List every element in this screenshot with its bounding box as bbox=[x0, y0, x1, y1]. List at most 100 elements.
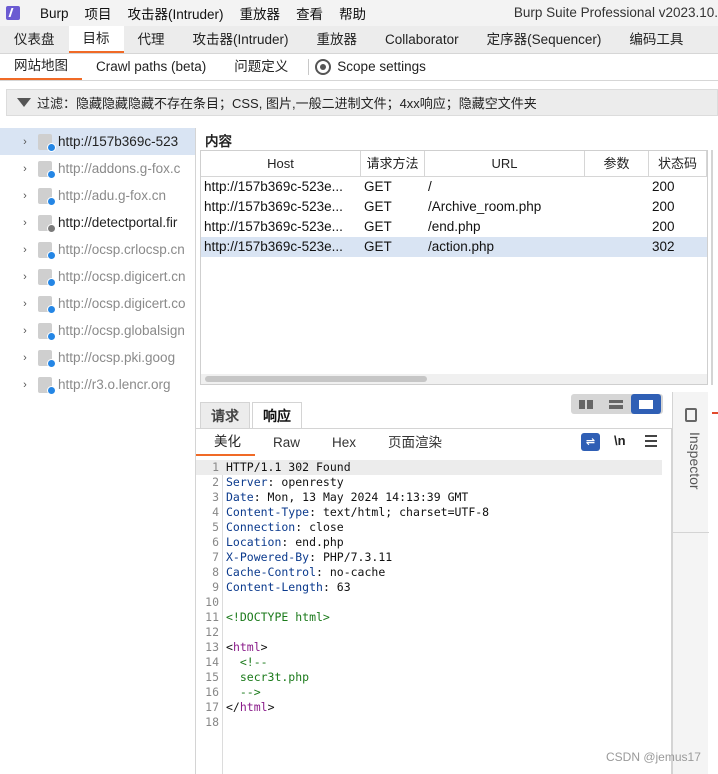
tab-sequencer[interactable]: 定序器(Sequencer) bbox=[473, 26, 616, 53]
menu-view[interactable]: 查看 bbox=[288, 3, 331, 23]
hamburger-menu-icon[interactable] bbox=[645, 435, 657, 447]
table-row[interactable]: http://157b369c-523e... GET/end.php 200 bbox=[201, 217, 707, 237]
tab-render[interactable]: 页面渲染 bbox=[370, 430, 456, 456]
chevron-right-icon[interactable]: › bbox=[14, 244, 36, 256]
chevron-right-icon[interactable]: › bbox=[14, 190, 36, 202]
table-row[interactable]: http://157b369c-523e... GET / 200 bbox=[201, 177, 707, 197]
cell-host: http://157b369c-523e... bbox=[204, 199, 343, 214]
code-line: 4 Content-Type: text/html; charset=UTF-8 bbox=[196, 505, 662, 520]
tree-node-label: http://157b369c-523 bbox=[58, 134, 179, 149]
tree-node[interactable]: › http://ocsp.globalsign bbox=[0, 317, 195, 344]
site-map-tree: › http://157b369c-523 › http://addons.g-fox… bbox=[0, 128, 196, 774]
line-number: 18 bbox=[205, 715, 219, 729]
menu-help[interactable]: 帮助 bbox=[331, 3, 374, 23]
table-row[interactable]: http://157b369c-523e... GET/action.php 302 bbox=[201, 237, 707, 257]
code-text: Content-Type: text/html; charset=UTF-8 bbox=[226, 505, 489, 520]
menu-repeater[interactable]: 重放器 bbox=[232, 3, 289, 23]
folder-icon bbox=[38, 268, 56, 287]
column-params[interactable]: 参数 bbox=[585, 151, 649, 176]
menu-project[interactable]: 项目 bbox=[77, 3, 120, 23]
column-status[interactable]: 状态码 bbox=[649, 151, 707, 176]
tree-node-label: http://adu.g-fox.cn bbox=[58, 188, 167, 203]
tree-node-label: http://ocsp.pki.goog bbox=[58, 350, 176, 365]
code-token: HTTP/1.1 302 Found bbox=[226, 460, 351, 474]
response-editor[interactable]: 1 HTTP/1.1 302 Found 2 Server: openresty 3 Da… bbox=[196, 460, 662, 774]
inspector-label[interactable]: Inspector bbox=[679, 432, 703, 490]
gear-icon[interactable] bbox=[315, 59, 332, 75]
tab-site-map[interactable]: 网站地图 bbox=[0, 54, 82, 80]
tree-node[interactable]: › http://r3.o.lencr.org bbox=[0, 371, 195, 398]
code-token: Cache-Control bbox=[226, 565, 317, 579]
chevron-right-icon[interactable]: › bbox=[14, 163, 36, 175]
stacked-view-button[interactable] bbox=[601, 394, 631, 414]
code-line: 6 Location: end.php bbox=[196, 535, 662, 550]
code-token: Connection bbox=[226, 520, 296, 534]
status-dot bbox=[47, 223, 56, 233]
filter-bar[interactable]: 过滤：隐藏隐藏隐藏不存在条目；CSS, 图片,一般二进制文件；4xx响应；隐藏空… bbox=[6, 89, 718, 116]
cell-url: / bbox=[428, 179, 432, 194]
tab-intruder[interactable]: 攻击器(Intruder) bbox=[179, 26, 303, 53]
tree-node[interactable]: › http://ocsp.crlocsp.cn bbox=[0, 236, 195, 263]
horizontal-scrollbar[interactable] bbox=[201, 374, 707, 384]
status-dot bbox=[47, 304, 56, 314]
menu-bar: Burp 项目 攻击器(Intruder) 重放器 查看 帮助 Burp Sui… bbox=[0, 0, 718, 26]
tab-decoder[interactable]: 编码工具 bbox=[615, 26, 697, 53]
tree-node[interactable]: › http://ocsp.digicert.co bbox=[0, 290, 195, 317]
tree-node[interactable]: › http://ocsp.digicert.cn bbox=[0, 263, 195, 290]
contents-title: 内容 bbox=[205, 134, 232, 149]
chevron-right-icon[interactable]: › bbox=[14, 325, 36, 337]
tab-target[interactable]: 目标 bbox=[68, 26, 124, 53]
main-tabs: 仪表盘 目标 代理 攻击器(Intruder) 重放器 Collaborator… bbox=[0, 26, 718, 54]
single-view-button[interactable] bbox=[631, 394, 661, 414]
tab-request[interactable]: 请求 bbox=[200, 402, 250, 428]
word-wrap-icon[interactable]: ⇌ bbox=[581, 433, 600, 451]
cell-method: GET bbox=[364, 179, 392, 194]
cell-params bbox=[585, 237, 649, 257]
menu-intruder[interactable]: 攻击器(Intruder) bbox=[120, 3, 232, 23]
chevron-right-icon[interactable]: › bbox=[14, 271, 36, 283]
chevron-right-icon[interactable]: › bbox=[14, 298, 36, 310]
scrollbar-thumb[interactable] bbox=[205, 376, 427, 382]
cell-url: /action.php bbox=[428, 239, 495, 254]
chevron-right-icon[interactable]: › bbox=[14, 136, 36, 148]
column-url[interactable]: URL bbox=[425, 151, 585, 176]
tab-raw[interactable]: Raw bbox=[255, 430, 314, 456]
code-token: --> bbox=[226, 685, 261, 699]
code-text: Server: openresty bbox=[226, 475, 344, 490]
request-response-tabs: 请求 响应 bbox=[200, 400, 304, 428]
inspector-divider bbox=[673, 532, 709, 533]
menu-burp[interactable]: Burp bbox=[32, 6, 77, 21]
chevron-right-icon[interactable]: › bbox=[14, 379, 36, 391]
tab-proxy[interactable]: 代理 bbox=[124, 26, 179, 53]
chevron-right-icon[interactable]: › bbox=[14, 352, 36, 364]
table-row[interactable]: http://157b369c-523e... GET/Archive_room.… bbox=[201, 197, 707, 217]
line-number: 10 bbox=[205, 595, 219, 609]
tab-issue-definitions[interactable]: 问题定义 bbox=[220, 54, 302, 80]
cell-params bbox=[585, 197, 649, 217]
tree-node[interactable]: › http://ocsp.pki.goog bbox=[0, 344, 195, 371]
tab-response[interactable]: 响应 bbox=[252, 402, 302, 428]
tree-node-label: http://ocsp.digicert.co bbox=[58, 296, 186, 311]
inspector-sidebar[interactable]: Inspector bbox=[672, 392, 709, 774]
chevron-right-icon[interactable]: › bbox=[14, 217, 36, 229]
column-method[interactable]: 请求方法 bbox=[361, 151, 425, 176]
tab-repeater[interactable]: 重放器 bbox=[303, 26, 372, 53]
filter-text[interactable]: 过滤：隐藏隐藏隐藏不存在条目；CSS, 图片,一般二进制文件；4xx响应；隐藏空… bbox=[37, 93, 537, 112]
tree-node[interactable]: › http://adu.g-fox.cn bbox=[0, 182, 195, 209]
tab-hex[interactable]: Hex bbox=[314, 430, 370, 456]
tab-pretty[interactable]: 美化 bbox=[196, 430, 255, 456]
tab-dashboard[interactable]: 仪表盘 bbox=[0, 26, 69, 53]
scope-settings-button[interactable]: Scope settings bbox=[337, 54, 440, 80]
tree-node[interactable]: › http://detectportal.fir bbox=[0, 209, 195, 236]
code-text: X-Powered-By: PHP/7.3.11 bbox=[226, 550, 392, 565]
split-view-button[interactable] bbox=[571, 394, 601, 414]
panel-divider[interactable] bbox=[711, 150, 713, 385]
tree-node[interactable]: › http://addons.g-fox.c bbox=[0, 155, 195, 182]
newline-toggle[interactable]: \n bbox=[614, 433, 626, 448]
folder-icon bbox=[38, 349, 56, 368]
column-host[interactable]: Host bbox=[201, 151, 361, 176]
inspector-icon[interactable] bbox=[685, 408, 697, 422]
tab-collaborator[interactable]: Collaborator bbox=[371, 26, 473, 53]
tab-crawl-paths[interactable]: Crawl paths (beta) bbox=[82, 54, 220, 80]
tree-node[interactable]: › http://157b369c-523 bbox=[0, 128, 195, 155]
